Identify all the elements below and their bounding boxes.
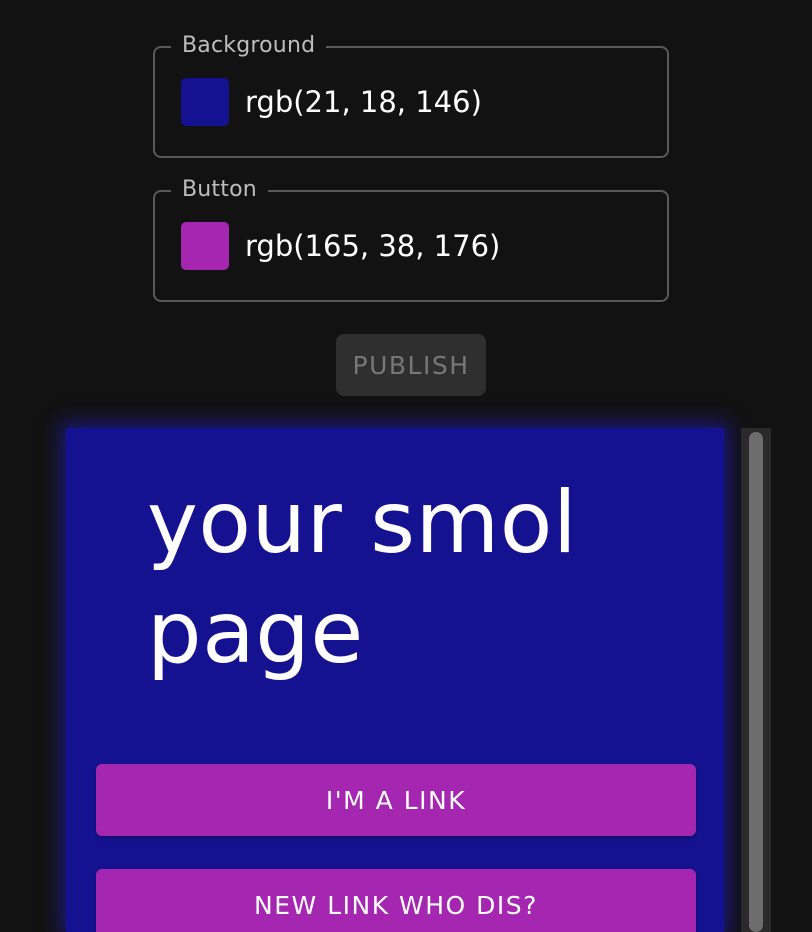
preview-title: your smol page [147,473,578,683]
preview-scrollbar-thumb[interactable] [749,432,763,932]
editor-root: Background rgb(21, 18, 146) Button rgb(1… [0,0,812,932]
background-color-field[interactable]: Background rgb(21, 18, 146) [153,33,669,158]
button-color-field[interactable]: Button rgb(165, 38, 176) [153,177,669,302]
button-color-label: Button [171,177,268,203]
background-color-swatch[interactable] [181,78,229,126]
background-color-label: Background [171,33,327,59]
background-color-value[interactable]: rgb(21, 18, 146) [245,82,482,122]
publish-button[interactable]: PUBLISH [336,334,486,396]
button-color-value[interactable]: rgb(165, 38, 176) [245,226,500,266]
page-preview: your smol page I'M A LINK NEW LINK WHO D… [66,428,724,932]
preview-link-button[interactable]: NEW LINK WHO DIS? [96,869,696,932]
preview-link-button[interactable]: I'M A LINK [96,764,696,836]
button-color-swatch[interactable] [181,222,229,270]
preview-scrollbar[interactable] [741,428,771,932]
